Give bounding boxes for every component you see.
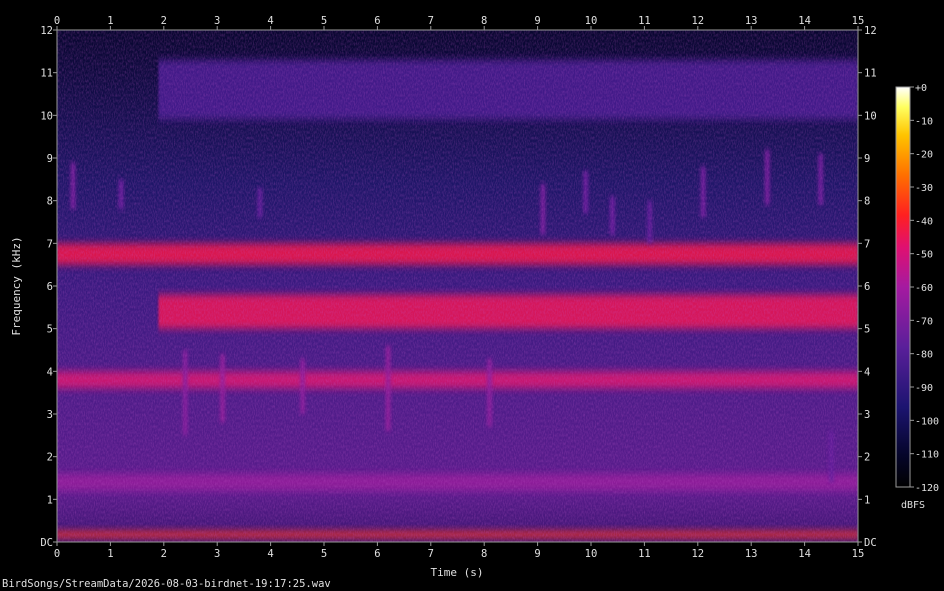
colorbar-tick-label: +0 — [915, 83, 927, 94]
colorbar-tick-label: -100 — [915, 416, 939, 427]
x-tick-label: 8 — [481, 548, 487, 560]
x-tick-label: 15 — [852, 548, 865, 560]
y-tick-label: 8 — [47, 196, 53, 208]
y-tick-label: 10 — [864, 110, 877, 122]
colorbar-tick-label: -60 — [915, 283, 933, 294]
x-tick-label: 1 — [107, 548, 113, 560]
x-tick-label: 4 — [267, 15, 273, 27]
colorbar-tick-label: -80 — [915, 350, 933, 361]
y-tick-label: 3 — [47, 409, 53, 421]
y-tick-label: 8 — [864, 196, 870, 208]
x-tick-label: 7 — [428, 548, 434, 560]
y-tick-label: 5 — [864, 324, 870, 336]
x-axis-label: Time (s) — [431, 566, 484, 579]
colorbar-ticks: +0 -10 -20 -30 -40 -50 -60 -70 -80 -90 -100 -110 -12… — [910, 83, 939, 494]
x-tick-label: 5 — [321, 15, 327, 27]
y-tick-label: 9 — [864, 153, 870, 165]
x-tick-label: 9 — [534, 15, 540, 27]
y-tick-label: 1 — [47, 494, 53, 506]
x-tick-label: 3 — [214, 15, 220, 27]
colorbar-label: dBFS — [901, 500, 925, 511]
x-tick-label: 13 — [745, 15, 758, 27]
y-tick-label: 7 — [47, 238, 53, 250]
colorbar-tick-label: -20 — [915, 150, 933, 161]
x-tick-label: 8 — [481, 15, 487, 27]
spectrogram-plot — [56, 29, 859, 543]
y-tick-label: DC — [40, 537, 53, 549]
x-tick-label: 0 — [54, 548, 60, 560]
y-tick-label: 9 — [47, 153, 53, 165]
x-tick-label: 13 — [745, 548, 758, 560]
y-tick-label: 2 — [864, 452, 870, 464]
time-axis-top: 0 1 2 3 4 5 6 7 8 9 10 11 12 13 14 15 — [54, 15, 864, 30]
colorbar-tick-label: -110 — [915, 450, 939, 461]
colorbar: +0 -10 -20 -30 -40 -50 -60 -70 -80 -90 -100 -110 -12… — [895, 83, 939, 511]
colorbar-tick-label: -120 — [915, 483, 939, 494]
y-tick-label: 12 — [864, 25, 877, 37]
x-tick-label: 2 — [161, 15, 167, 27]
y-tick-label: 6 — [47, 281, 53, 293]
y-tick-label: 7 — [864, 238, 870, 250]
y-tick-label: 2 — [47, 452, 53, 464]
x-tick-label: 0 — [54, 15, 60, 27]
y-tick-label: DC — [864, 537, 877, 549]
x-tick-label: 3 — [214, 548, 220, 560]
x-tick-label: 6 — [374, 15, 380, 27]
y-tick-label: 4 — [47, 366, 53, 378]
x-tick-label: 2 — [161, 548, 167, 560]
colorbar-tick-label: -70 — [915, 316, 933, 327]
frequency-axis-right: DC123456789101112 — [858, 25, 877, 549]
x-tick-label: 7 — [428, 15, 434, 27]
x-tick-label: 12 — [691, 548, 704, 560]
y-tick-label: 11 — [864, 68, 877, 80]
x-tick-label: 6 — [374, 548, 380, 560]
colorbar-tick-label: -30 — [915, 183, 933, 194]
colorbar-tick-label: -10 — [915, 116, 933, 127]
x-tick-label: 4 — [267, 548, 273, 560]
y-tick-label: 11 — [40, 68, 53, 80]
x-tick-label: 14 — [798, 548, 811, 560]
x-tick-label: 11 — [638, 548, 651, 560]
time-axis-bottom: 0 1 2 3 4 5 6 7 8 9 10 11 12 13 14 15 — [54, 542, 864, 560]
x-tick-label: 5 — [321, 548, 327, 560]
x-tick-label: 10 — [585, 15, 598, 27]
frequency-axis-left: DC123456789101112 — [40, 25, 57, 549]
y-tick-label: 4 — [864, 366, 870, 378]
x-tick-label: 10 — [585, 548, 598, 560]
y-tick-label: 6 — [864, 281, 870, 293]
x-tick-label: 15 — [852, 15, 865, 27]
colorbar-gradient — [895, 86, 911, 488]
x-tick-label: 12 — [691, 15, 704, 27]
x-tick-label: 1 — [107, 15, 113, 27]
x-tick-label: 11 — [638, 15, 651, 27]
spectrogram-figure: 0 1 2 3 4 5 6 7 8 9 10 11 12 13 14 15 0 1 2 3 4 5 6 7 8 9 10 11 12 1… — [2, 15, 939, 590]
y-axis-label: Frequency (kHz) — [10, 236, 23, 335]
file-path: BirdSongs/StreamData/2026-08-03-birdnet-… — [2, 578, 331, 590]
x-tick-label: 14 — [798, 15, 811, 27]
colorbar-tick-label: -40 — [915, 216, 933, 227]
spectrogram-noise — [57, 30, 858, 542]
y-tick-label: 3 — [864, 409, 870, 421]
colorbar-tick-label: -90 — [915, 383, 933, 394]
y-tick-label: 1 — [864, 494, 870, 506]
colorbar-tick-label: -50 — [915, 250, 933, 261]
y-tick-label: 10 — [40, 110, 53, 122]
y-tick-label: 12 — [40, 25, 53, 37]
y-tick-label: 5 — [47, 324, 53, 336]
x-tick-label: 9 — [534, 548, 540, 560]
